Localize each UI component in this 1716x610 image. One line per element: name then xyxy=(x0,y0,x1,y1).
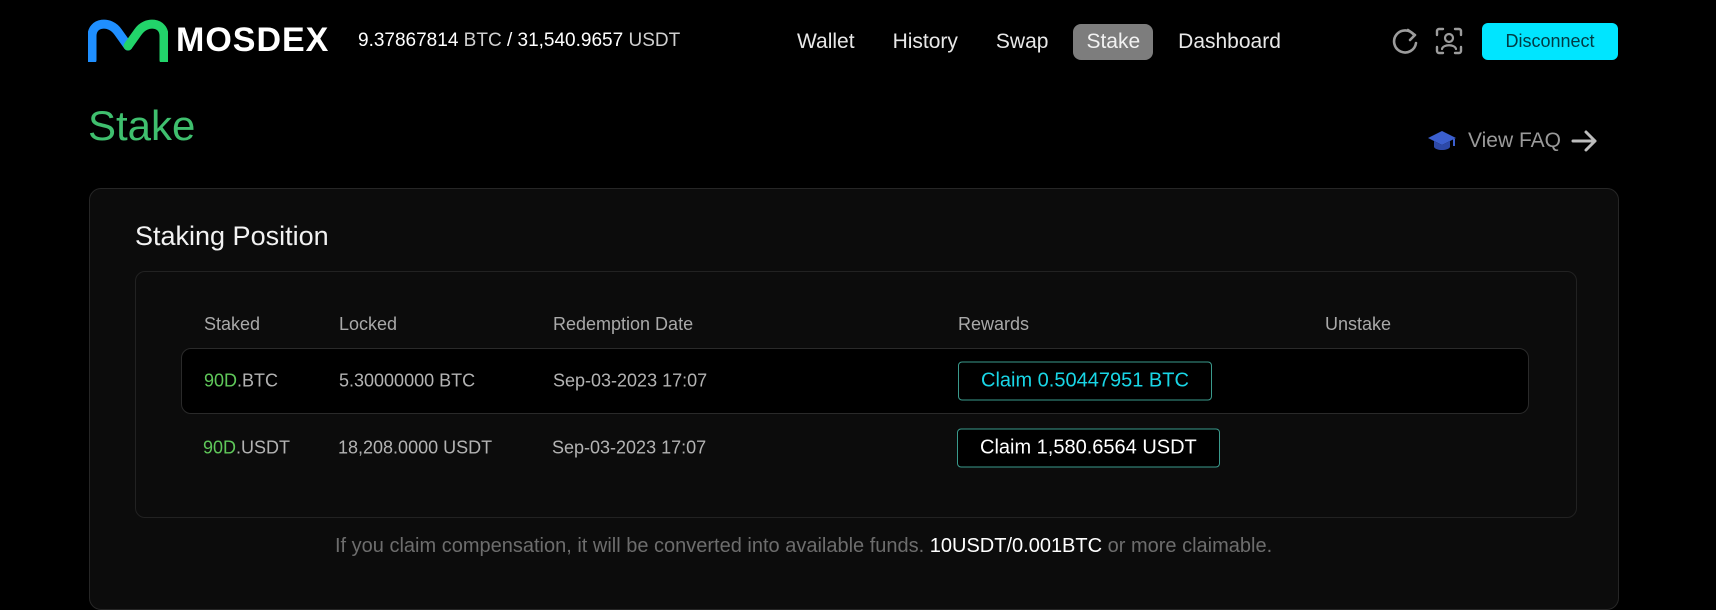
locked-cell: 5.30000000 BTC xyxy=(339,370,476,391)
staking-position-card: Staking Position Staked Locked Redemptio… xyxy=(89,188,1619,610)
column-unstake: Unstake xyxy=(1325,314,1392,334)
stake-asset: .USDT xyxy=(236,437,291,458)
column-redemption-date: Redemption Date xyxy=(553,314,694,334)
table-header: Staked Locked Redemption Date Rewards Un… xyxy=(136,314,1576,338)
usdt-unit: USDT xyxy=(628,30,681,51)
staking-position-title: Staking Position xyxy=(135,221,329,251)
claim-threshold: 10USDT/0.001BTC xyxy=(929,535,1103,557)
nav-swap[interactable]: Swap xyxy=(983,24,1062,60)
stake-term: 90D xyxy=(204,370,238,391)
brand-logo[interactable]: MOSDEX xyxy=(88,18,329,62)
usdt-balance-amount: 31,540.9657 xyxy=(517,30,624,51)
wallet-balance: 9.37867814 BTC / 31,540.9657 USDT xyxy=(358,30,680,52)
stake-term: 90D xyxy=(203,437,237,458)
claim-btc-reward-button[interactable]: Claim 0.50447951 BTC xyxy=(958,361,1212,401)
btc-unit: BTC xyxy=(463,30,502,51)
view-faq-link[interactable]: View FAQ xyxy=(1426,128,1599,154)
nav-history[interactable]: History xyxy=(880,24,971,60)
nav-wallet[interactable]: Wallet xyxy=(784,24,868,60)
column-locked: Locked xyxy=(339,314,398,334)
staked-cell: 90D.BTC xyxy=(204,371,278,392)
claim-note-text: If you claim compensation, it will be co… xyxy=(335,535,930,557)
staking-table: Staked Locked Redemption Date Rewards Un… xyxy=(135,271,1577,518)
nav-dashboard[interactable]: Dashboard xyxy=(1165,24,1294,60)
top-header: MOSDEX 9.37867814 BTC / 31,540.9657 USDT… xyxy=(0,0,1716,84)
graduation-cap-icon xyxy=(1428,131,1456,150)
claim-note-suffix: or more claimable. xyxy=(1102,535,1273,557)
column-staked: Staked xyxy=(204,314,261,334)
redemption-date-cell: Sep-03-2023 17:07 xyxy=(553,370,708,391)
refresh-icon[interactable] xyxy=(1390,26,1420,56)
page-title: Stake xyxy=(88,102,196,149)
brand-name: MOSDEX xyxy=(176,20,330,59)
nav-stake[interactable]: Stake xyxy=(1073,24,1154,60)
claim-usdt-reward-button[interactable]: Claim 1,580.6564 USDT xyxy=(957,428,1220,468)
balance-separator: / xyxy=(506,30,513,51)
disconnect-button[interactable]: Disconnect xyxy=(1482,23,1618,60)
redemption-date-cell: Sep-03-2023 17:07 xyxy=(552,437,707,458)
btc-balance-amount: 9.37867814 xyxy=(358,30,459,51)
mosdex-logo-icon xyxy=(88,19,168,62)
view-faq-label: View FAQ xyxy=(1468,129,1561,152)
column-rewards: Rewards xyxy=(958,314,1030,334)
staked-cell: 90D.USDT xyxy=(203,438,290,459)
stake-asset: .BTC xyxy=(237,370,279,391)
main-nav: Wallet History Swap Stake Dashboard xyxy=(784,24,1294,60)
claim-note: If you claim compensation, it will be co… xyxy=(335,535,1272,558)
table-row: 90D.USDT 18,208.0000 USDT Sep-03-2023 17… xyxy=(181,416,1527,480)
locked-cell: 18,208.0000 USDT xyxy=(338,437,493,458)
arrow-right-icon xyxy=(1571,130,1597,152)
face-id-icon[interactable] xyxy=(1434,26,1464,56)
table-row: 90D.BTC 5.30000000 BTC Sep-03-2023 17:07… xyxy=(181,348,1529,414)
